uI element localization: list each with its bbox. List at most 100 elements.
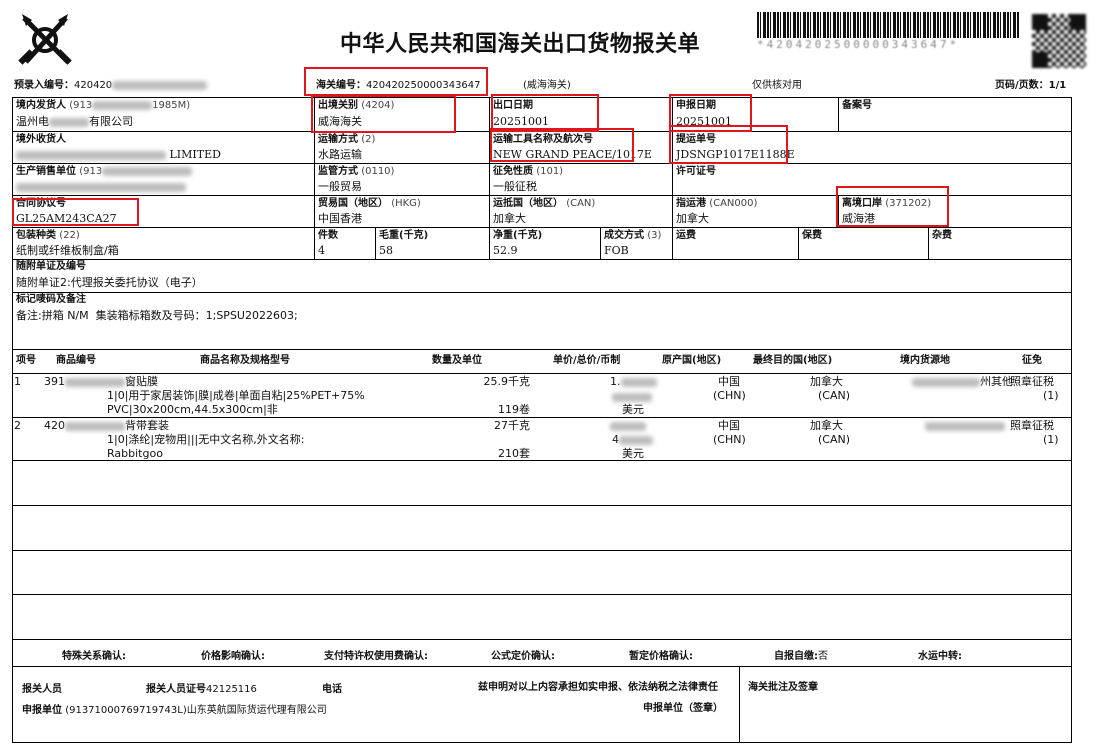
levy-nature-value: 一般征税 [493,180,537,193]
goods-dest-code: (CAN) [818,433,851,446]
marks-label: 标记唛码及备注 [16,294,86,305]
highlight-export-date [491,94,599,132]
freight-label: 运费 [676,230,696,241]
highlight-conveyance [490,128,634,162]
goods-total-price [612,390,652,403]
highlight-customs-number [304,67,488,96]
misc-fee-label: 杂费 [932,230,952,241]
col-qty: 数量及单位 [432,355,482,366]
col-levy: 征免 [1022,355,1042,366]
gross-weight-value: 58 [379,244,393,257]
producer-name [16,180,186,193]
goods-code-name: 420 背带套装 [44,419,169,432]
col-code: 商品编号 [56,355,96,366]
supervision-value: 一般贸易 [318,180,362,193]
goods-code-name: 391 窗贴膜 [44,375,158,388]
deal-mode-value: FOB [604,244,629,257]
goods-spec-line2: Rabbitgoo [107,447,163,460]
col-origin: 原产国(地区) [662,355,722,366]
transport-mode-cell: 运输方式 (2) [318,134,376,145]
marks-value: 备注:拼箱 N/M 集装箱标箱数及号码：1;SPSU2022603; [16,309,298,322]
prerecord-number: 预录入编号：420420 [14,80,208,92]
goods-levy-code: (1) [1043,389,1059,402]
legal-statement: 兹申明对以上内容承担如实申报、依法纳税之法律责任 [478,682,718,693]
col-seq: 项号 [16,355,36,366]
insurance-label: 保费 [802,230,822,241]
water-transit: 水运中转: [918,651,962,662]
goods-dest: 加拿大 [810,375,843,388]
attached-docs-value: 随附单证2:代理报关委托协议（电子） [16,276,203,289]
net-weight-label: 净重(千克) [493,230,543,241]
declare-unit: 申报单位 (91371000769719743L)山东英航国际货运代理有限公司 [22,705,327,716]
goods-levy: 照章征税 [1010,419,1054,432]
trade-country-value: 中国香港 [318,212,362,225]
goods-levy: 照章征税 [1010,375,1054,388]
price-impact-confirm: 价格影响确认: [201,651,265,662]
goods-seq: 2 [14,419,21,432]
deal-mode-cell: 成交方式 (3) [604,230,662,241]
customs-name: (威海海关) [523,80,571,91]
consignor-name: 温州电 有限公司 [16,115,133,128]
goods-source: 州其他 [912,375,1013,388]
producer-cell: 生产销售单位 (913 [16,166,193,178]
declarant-cert: 报关人员证号42125116 [146,684,257,695]
dest-country-value: 加拿大 [493,212,526,225]
goods-qty2: 119卷 [498,403,530,416]
goods-seq: 1 [14,375,21,388]
customs-emblem [12,10,78,72]
goods-qty2: 210套 [498,447,530,460]
customs-key-emblem-icon [18,14,72,65]
license-label: 许可证号 [676,166,716,177]
goods-levy-code: (1) [1043,433,1059,446]
phone-label: 电话 [322,684,342,695]
package-type-value: 纸制或纤维板制盒/箱 [16,244,119,257]
goods-spec-line1: 1|0|涤纶|宠物用|||无中文名称,外文名称: [107,433,305,446]
highlight-exit-customs [311,95,456,133]
goods-price: 1. [610,375,657,388]
attached-docs-label: 随附单证及编号 [16,261,86,272]
page-count: 页码/页数：1/1 [995,80,1067,91]
royalty-confirm: 支付特许权使用费确认: [324,651,428,662]
trade-country-cell: 贸易国（地区） (HKG) [318,198,421,209]
consignor-cell: 境内发货人 (913 1985M) [16,100,191,111]
formula-price-confirm: 公式定价确认: [491,651,555,662]
self-payment: 自报自缴:否 [774,651,828,662]
dest-port-value: 加拿大 [676,212,709,225]
highlight-contract [12,198,139,226]
dest-country-cell: 运抵国（地区） (CAN) [493,198,596,209]
form-title: 中华人民共和国海关出口货物报关单 [340,32,701,57]
declare-unit-seal: 申报单位（签章） [643,703,723,714]
customs-note-label: 海关批注及签章 [748,682,818,693]
goods-origin-code: (CHN) [713,389,746,402]
highlight-bill-of-lading [669,125,788,164]
col-final-dest: 最终目的国(地区) [753,355,833,366]
goods-currency: 美元 [622,403,644,416]
package-type-cell: 包装种类 (22) [16,230,80,241]
gross-weight-label: 毛重(千克) [379,230,429,241]
dest-port-cell: 指运港 (CAN000) [676,198,758,209]
col-domestic-source: 境内货源地 [900,355,950,366]
goods-currency: 美元 [622,447,644,460]
col-name: 商品名称及规格型号 [200,355,290,366]
record-number-label: 备案号 [842,100,872,111]
consignee-value: LIMITED [16,148,221,161]
declarant-label: 报关人员 [22,684,62,695]
highlight-exit-port [836,186,949,227]
special-relation-confirm: 特殊关系确认: [62,651,126,662]
goods-qty1: 27千克 [494,419,530,432]
provisional-price-confirm: 暂定价格确认: [629,651,693,662]
goods-origin-code: (CHN) [713,433,746,446]
goods-spec-line1: 1|0|用于家居装饰|膜|成卷|单面自粘|25%PET+75% [107,389,365,402]
qr-code [1032,14,1086,68]
goods-dest: 加拿大 [810,419,843,432]
goods-source [925,419,1005,432]
goods-origin: 中国 [718,375,740,388]
consignee-label: 境外收货人 [16,134,66,145]
verify-only-note: 仅供核对用 [752,80,802,91]
levy-nature-cell: 征免性质 (101) [493,166,564,177]
supervision-cell: 监管方式 (0110) [318,166,395,177]
transport-mode-value: 水路运输 [318,148,362,161]
pieces-value: 4 [318,244,325,257]
pieces-label: 件数 [318,230,338,241]
goods-origin: 中国 [718,419,740,432]
